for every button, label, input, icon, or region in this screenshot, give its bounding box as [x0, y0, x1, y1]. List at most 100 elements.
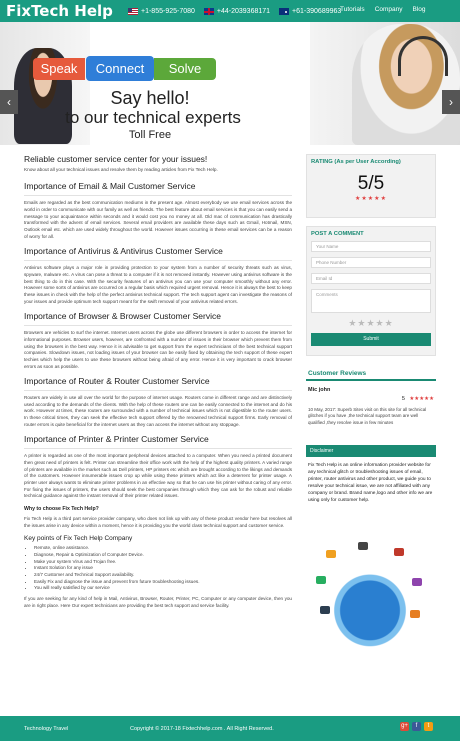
list-item: Instant Solution for any issue — [34, 565, 292, 572]
phone-field[interactable]: Phone Number — [311, 257, 431, 268]
key-points-heading: Key points of Fix Tech Help Company — [24, 535, 133, 543]
footer-links[interactable]: Technology Travel — [24, 726, 68, 732]
email-field[interactable]: Email Id — [311, 273, 431, 284]
rating-title: RATING (As per User According) — [311, 159, 401, 165]
phone-list: +1-855-925-7080 +44-2039368171 +61-39068… — [128, 6, 341, 17]
us-flag-icon — [128, 8, 138, 15]
comment-field[interactable]: Comments — [311, 289, 431, 313]
site-logo[interactable]: FixTech Help — [6, 2, 113, 20]
section-body: Emails are regarded as the best communic… — [24, 200, 292, 239]
section-body: Browsers are vehicles to surf the intern… — [24, 330, 292, 369]
rating-value: 5/5 — [357, 173, 385, 194]
star-icon: ★★★★★ — [409, 396, 434, 402]
rate-star-icon[interactable]: ★★★★★ — [311, 318, 431, 329]
music-icon — [412, 578, 422, 586]
section-body: A printer is regarded as one of the most… — [24, 453, 292, 499]
connect-badge: Connect — [86, 56, 154, 81]
sidebar: RATING (As per User According) 5/5 ★★★★★… — [306, 154, 436, 505]
reviewer-name: Mic john — [308, 387, 331, 393]
divider — [306, 379, 436, 381]
divider — [24, 448, 292, 450]
phone-number: +44-2039368171 — [216, 8, 271, 15]
section-heading: Importance of Antivirus & Antivirus Cust… — [24, 246, 223, 257]
site-footer: Technology Travel Copyright © 2017-18 Fi… — [0, 716, 460, 741]
phone-uk[interactable]: +44-2039368171 — [203, 6, 271, 17]
submit-button[interactable]: Submit — [311, 333, 431, 346]
book-icon — [394, 548, 404, 556]
disclaimer-title: Disclaimer — [306, 445, 436, 457]
section-heading: Importance of Printer & Printer Customer… — [24, 434, 209, 445]
prev-slide-icon[interactable]: ‹ — [0, 90, 18, 114]
section-antivirus: Importance of Antivirus & Antivirus Cust… — [24, 246, 292, 305]
section-router: Importance of Router & Router Customer S… — [24, 376, 292, 428]
section-email: Importance of Email & Mail Customer Serv… — [24, 181, 292, 240]
comment-title: POST A COMMENT — [311, 231, 364, 237]
section-body: Antivirus software plays a major role in… — [24, 265, 292, 304]
hero-subheadline: to our technical experts — [65, 108, 241, 127]
disclaimer-text: Fix Tech Help is an online information p… — [308, 463, 433, 503]
divider — [24, 195, 292, 197]
solve-badge: Solve — [154, 58, 216, 80]
toll-free-label: Toll Free — [128, 129, 172, 141]
toll-free-number[interactable]: 1-888-712-1422 — [50, 144, 250, 145]
key-points-list: Remote, online assistance. Diagnose, Rep… — [24, 545, 292, 592]
section-heading: Importance of Browser & Browser Customer… — [24, 311, 221, 322]
reviews-title: Customer Reviews — [308, 370, 367, 377]
phone-number: +1-855-925-7080 — [141, 8, 195, 15]
phone-au[interactable]: +61-390689963 — [279, 6, 341, 17]
speak-badge: Speak — [33, 58, 85, 80]
nav-company[interactable]: Company — [375, 6, 403, 13]
top-bar: FixTech Help +1-855-925-7080 +44-2039368… — [0, 0, 460, 22]
rating-box: RATING (As per User According) 5/5 ★★★★★ — [306, 154, 436, 218]
list-item: Remote, online assistance. — [34, 545, 292, 552]
page-title: Reliable customer service center for you… — [24, 154, 208, 164]
twitter-icon[interactable]: t — [424, 722, 433, 731]
phone-number: +61-390689963 — [292, 8, 342, 15]
outro-text: If you are seeking for any kind of help … — [24, 595, 292, 608]
phone-icon — [316, 576, 326, 584]
section-browser: Importance of Browser & Browser Customer… — [24, 311, 292, 370]
list-item: Make your system Virus and Trojan free. — [34, 559, 292, 566]
star-icon: ★★★★★ — [355, 196, 387, 202]
laptop-icon — [320, 606, 330, 614]
list-item: 24/7 Customer and Technical Support avai… — [34, 572, 292, 579]
globe-illustration — [306, 536, 434, 660]
review-body: 10 May, 2017: Superb Sites visit on this… — [308, 407, 427, 425]
comment-form: POST A COMMENT Your Name Phone Number Em… — [306, 226, 436, 356]
why-heading: Why to choose Fix Tech Help? — [24, 506, 99, 513]
next-slide-icon[interactable]: › — [442, 90, 460, 114]
main-content: Reliable customer service center for you… — [24, 154, 292, 615]
reviews-section: Customer Reviews Mic john 5 ★★★★★ 10 May… — [306, 366, 436, 439]
camera-icon — [358, 542, 368, 550]
divider — [24, 260, 292, 262]
list-item: You will really satisfied by our service — [34, 585, 292, 592]
hero-banner: Speak Connect Solve Say hello! to our te… — [0, 22, 460, 145]
au-flag-icon — [279, 8, 290, 15]
list-item: Diagnose, Repair & Optimization of Compu… — [34, 552, 292, 559]
phone-us[interactable]: +1-855-925-7080 — [128, 6, 195, 17]
nav-tutorials[interactable]: Tutorials — [340, 6, 365, 13]
hero-headline: Say hello! — [110, 88, 190, 108]
why-body: Fix Tech Help is a third part service pr… — [24, 516, 292, 528]
review-item: Mic john 5 ★★★★★ 10 May, 2017: Superb Si… — [306, 387, 436, 439]
section-body: Routers are widely in use all over the w… — [24, 395, 292, 427]
folder-icon — [326, 550, 336, 558]
uk-flag-icon — [203, 8, 214, 15]
divider — [24, 390, 292, 392]
main-nav: Tutorials Company Blog — [340, 6, 426, 13]
section-heading: Importance of Router & Router Customer S… — [24, 376, 210, 387]
name-field[interactable]: Your Name — [311, 241, 431, 252]
list-item: Easily Fix and diagnose the issue and pr… — [34, 579, 292, 586]
nav-blog[interactable]: Blog — [413, 6, 426, 13]
disclaimer-section: Disclaimer Fix Tech Help is an online in… — [306, 445, 436, 505]
mail-icon — [410, 610, 420, 618]
divider — [24, 325, 292, 327]
intro-text: Know about all your technical issues and… — [24, 167, 218, 172]
google-plus-icon[interactable]: g+ — [400, 722, 409, 731]
copyright: Copyright © 2017-18 Fixtechhelp.com . Al… — [130, 726, 274, 732]
section-printer: Importance of Printer & Printer Customer… — [24, 434, 292, 500]
facebook-icon[interactable]: f — [412, 722, 421, 731]
social-links: g+ f t — [400, 722, 433, 731]
review-score: 5 — [401, 396, 405, 402]
section-heading: Importance of Email & Mail Customer Serv… — [24, 181, 196, 192]
